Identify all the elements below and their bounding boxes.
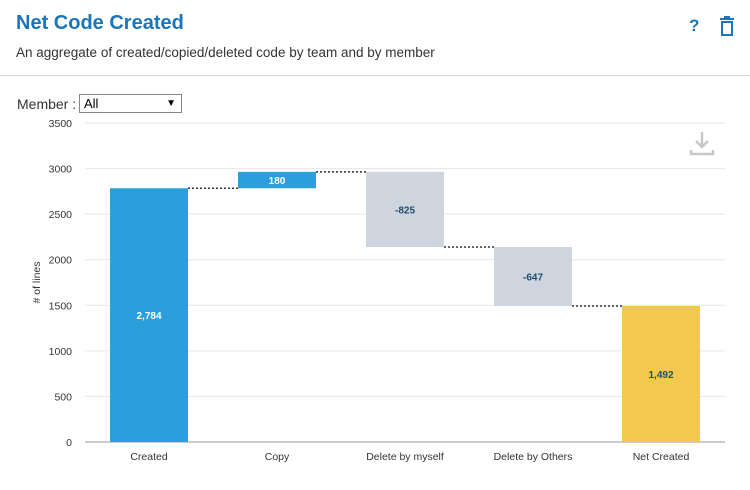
y-tick-label: 2000: [49, 255, 73, 267]
x-tick-label: Copy: [265, 451, 290, 463]
page-title: Net Code Created: [16, 12, 184, 34]
trash-icon[interactable]: [718, 16, 736, 36]
y-tick-label: 500: [54, 391, 72, 403]
y-tick-label: 0: [66, 437, 72, 449]
member-select-value: All: [84, 96, 99, 111]
x-tick-label: Created: [130, 451, 168, 463]
y-tick-label: 3000: [49, 164, 73, 176]
y-tick-label: 1500: [49, 300, 73, 312]
x-tick-label: Net Created: [633, 451, 690, 463]
y-tick-label: 3500: [49, 118, 73, 130]
y-tick-label: 1000: [49, 346, 73, 358]
x-tick-label: Delete by Others: [494, 451, 573, 463]
data-label: -647: [523, 273, 543, 284]
panel-header: Net Code Created An aggregate of created…: [0, 0, 750, 76]
help-icon[interactable]: ?: [689, 16, 699, 36]
data-label: 2,784: [136, 311, 161, 322]
data-label: 1,492: [648, 370, 673, 381]
page-subtitle: An aggregate of created/copied/deleted c…: [16, 45, 435, 60]
waterfall-chart: 0 500 1000 1500 2000 2500 3000 3500 # of lines 2,…: [31, 118, 725, 463]
data-label: -825: [395, 205, 415, 216]
y-tick-label: 2500: [49, 209, 73, 221]
y-axis-title: # of lines: [31, 261, 43, 303]
x-tick-label: Delete by myself: [366, 451, 444, 463]
data-label: 180: [269, 176, 286, 187]
